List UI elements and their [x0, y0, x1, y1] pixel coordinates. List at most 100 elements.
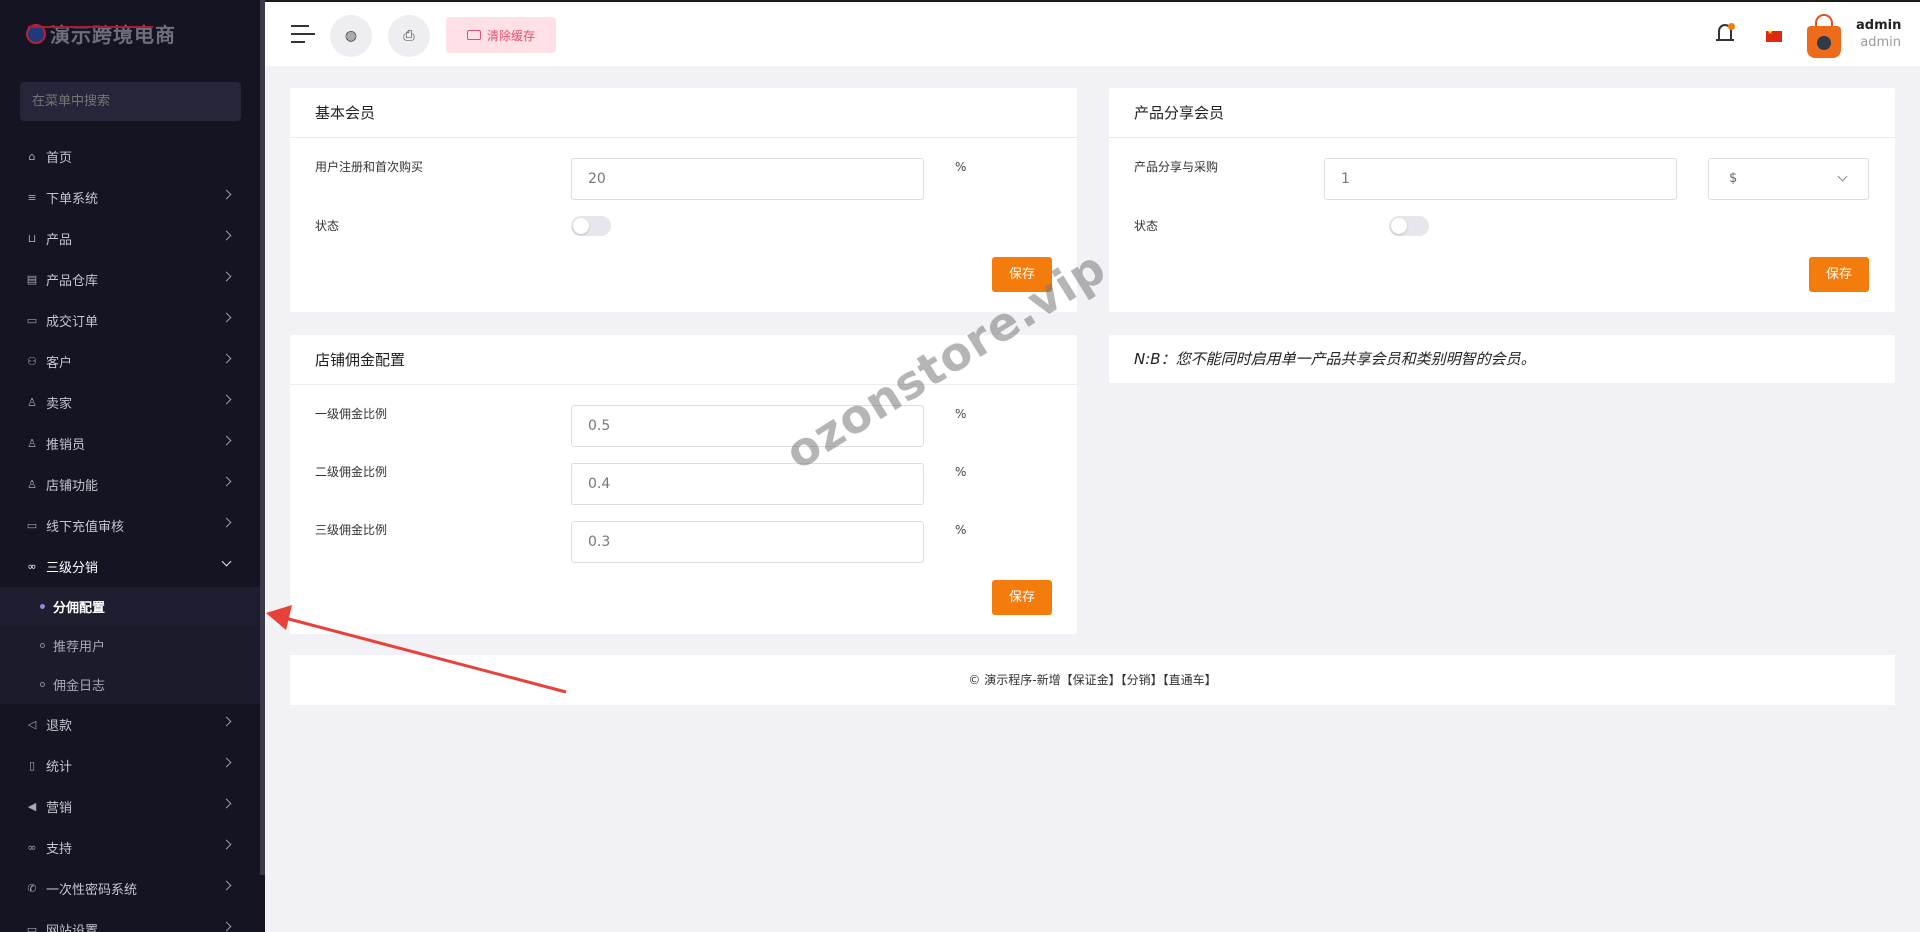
menu-toggle-icon[interactable] — [291, 25, 315, 45]
sidebar-item-support[interactable]: ∞ 支持 — [0, 827, 260, 868]
submenu-item-commission-config[interactable]: 分佣配置 — [0, 587, 260, 626]
registration-label: 用户注册和首次购买 — [315, 160, 424, 174]
chevron-right-icon — [221, 230, 232, 241]
user-info[interactable]: admin admin — [1856, 18, 1901, 50]
chevron-right-icon — [221, 312, 232, 323]
footer: © 演示程序-新增【保证金】【分销】【直通车】 — [290, 655, 1895, 705]
top-header: ◍ ⎙ 清除缓存 admin admin — [265, 0, 1920, 66]
globe-icon: ◍ — [344, 28, 358, 44]
sidebar-item-orders[interactable]: ▭ 成交订单 — [0, 300, 260, 341]
settings-icon: ▭ — [26, 923, 38, 932]
list-icon: ≡ — [27, 191, 37, 204]
chevron-down-icon — [221, 556, 232, 567]
status-toggle[interactable] — [571, 216, 611, 236]
level1-label: 一级佣金比例 — [315, 407, 388, 421]
sidebar-item-warehouse[interactable]: ▤ 产品仓库 — [0, 259, 260, 300]
sidebar-item-label: 三级分销 — [46, 561, 99, 576]
sidebar-item-label: 线下充值审核 — [46, 520, 125, 535]
logo-underline — [28, 26, 153, 28]
status-label: 状态 — [315, 219, 340, 233]
shopping-bag-avatar-icon[interactable] — [1807, 14, 1841, 58]
sidebar-item-label: 卖家 — [46, 397, 73, 412]
sidebar-menu: ⌂ 首页 ≡ 下单系统 ⊔ 产品 ▤ 产品仓库 ▭ 成交订单 ⚇ 客户 ♙ 卖家… — [0, 136, 260, 932]
menu-search[interactable] — [20, 82, 241, 121]
chevron-right-icon — [221, 880, 232, 891]
sidebar-item-label: 客户 — [46, 356, 73, 371]
users-icon: ⚇ — [27, 355, 37, 368]
phone-icon: ✆ — [27, 882, 37, 895]
registration-rate-input[interactable]: 20 — [571, 158, 924, 200]
chevron-right-icon — [221, 798, 232, 809]
card-title: 产品分享会员 — [1109, 88, 1895, 138]
ticket-icon: ▭ — [26, 314, 38, 327]
sidebar-item-products[interactable]: ⊔ 产品 — [0, 218, 260, 259]
notification-bell-icon[interactable] — [1715, 23, 1735, 46]
level2-label: 二级佣金比例 — [315, 465, 388, 479]
chevron-down-icon — [1837, 171, 1848, 182]
globe-button[interactable]: ◍ — [330, 15, 372, 57]
sidebar-item-marketing[interactable]: ◀ 营销 — [0, 786, 260, 827]
note-card: N:B：您不能同时启用单一产品共享会员和类别明智的会员。 — [1109, 335, 1895, 383]
chevron-right-icon — [221, 517, 232, 528]
print-button[interactable]: ⎙ — [388, 15, 430, 57]
sidebar-item-otp-system[interactable]: ✆ 一次性密码系统 — [0, 868, 260, 909]
save-button[interactable]: 保存 — [1809, 257, 1869, 292]
sidebar-scrollbar[interactable] — [260, 0, 265, 875]
chevron-right-icon — [221, 394, 232, 405]
submenu-item-label: 推荐用户 — [53, 640, 106, 655]
percent-unit: % — [955, 465, 967, 479]
china-flag-icon[interactable] — [1766, 28, 1782, 42]
sidebar-item-store-functions[interactable]: ♙ 店铺功能 — [0, 464, 260, 505]
sidebar-item-offline-recharge[interactable]: ▭ 线下充值审核 — [0, 505, 260, 546]
sidebar-item-label: 下单系统 — [46, 192, 99, 207]
sidebar-item-customers[interactable]: ⚇ 客户 — [0, 341, 260, 382]
currency-select[interactable]: $ — [1708, 158, 1869, 200]
status-toggle[interactable] — [1389, 216, 1429, 236]
card-icon: ▭ — [26, 519, 38, 532]
submenu-item-referred-users[interactable]: 推荐用户 — [0, 626, 260, 665]
sidebar-item-sellers[interactable]: ♙ 卖家 — [0, 382, 260, 423]
card-title: 基本会员 — [290, 88, 1077, 138]
brand-logo[interactable]: 演示跨境电商 — [26, 18, 176, 48]
percent-unit: % — [955, 407, 967, 421]
user-icon: ♙ — [27, 437, 37, 450]
sidebar-item-label: 支持 — [46, 842, 73, 857]
currency-value: $ — [1729, 171, 1738, 186]
sidebar-item-site-settings[interactable]: ▭ 网站设置 — [0, 909, 260, 932]
user-role: admin — [1860, 35, 1901, 50]
sidebar-item-refund[interactable]: ◁ 退款 — [0, 704, 260, 745]
link-icon: ∞ — [27, 560, 37, 573]
clear-cache-button[interactable]: 清除缓存 — [446, 17, 556, 53]
chevron-right-icon — [221, 353, 232, 364]
sidebar: 演示跨境电商 ⌂ 首页 ≡ 下单系统 ⊔ 产品 ▤ 产品仓库 ▭ 成交订单 — [0, 0, 265, 932]
sidebar-item-label: 营销 — [46, 801, 73, 816]
sidebar-item-home[interactable]: ⌂ 首页 — [0, 136, 260, 177]
megaphone-icon: ◀ — [27, 800, 37, 813]
chevron-right-icon — [221, 435, 232, 446]
submenu-item-commission-log[interactable]: 佣金日志 — [0, 665, 260, 704]
chevron-right-icon — [221, 271, 232, 282]
sidebar-item-label: 店铺功能 — [46, 479, 99, 494]
chevron-right-icon — [221, 839, 232, 850]
sidebar-item-order-system[interactable]: ≡ 下单系统 — [0, 177, 260, 218]
sidebar-item-label: 首页 — [46, 151, 73, 166]
save-button[interactable]: 保存 — [992, 580, 1052, 615]
archive-icon: ▤ — [26, 273, 38, 286]
level2-rate-input[interactable]: 0.4 — [571, 463, 924, 505]
level3-rate-input[interactable]: 0.3 — [571, 521, 924, 563]
percent-unit: % — [955, 523, 967, 537]
tray-icon — [466, 30, 481, 40]
submenu-item-label: 分佣配置 — [53, 601, 106, 616]
sidebar-item-label: 一次性密码系统 — [46, 883, 138, 898]
sidebar-item-distribution[interactable]: ∞ 三级分销 — [0, 546, 260, 587]
sidebar-item-statistics[interactable]: ▯ 统计 — [0, 745, 260, 786]
chevron-right-icon — [221, 189, 232, 200]
sidebar-item-label: 退款 — [46, 719, 73, 734]
sidebar-item-salesmen[interactable]: ♙ 推销员 — [0, 423, 260, 464]
sidebar-item-label: 推销员 — [46, 438, 86, 453]
product-share-input[interactable]: 1 — [1324, 158, 1677, 200]
product-share-card: 产品分享会员 产品分享与采购 1 $ 状态 保存 — [1109, 88, 1895, 312]
logo-text: 演示跨境电商 — [50, 22, 176, 47]
menu-search-input[interactable] — [32, 94, 229, 109]
user-icon: ♙ — [27, 478, 37, 491]
